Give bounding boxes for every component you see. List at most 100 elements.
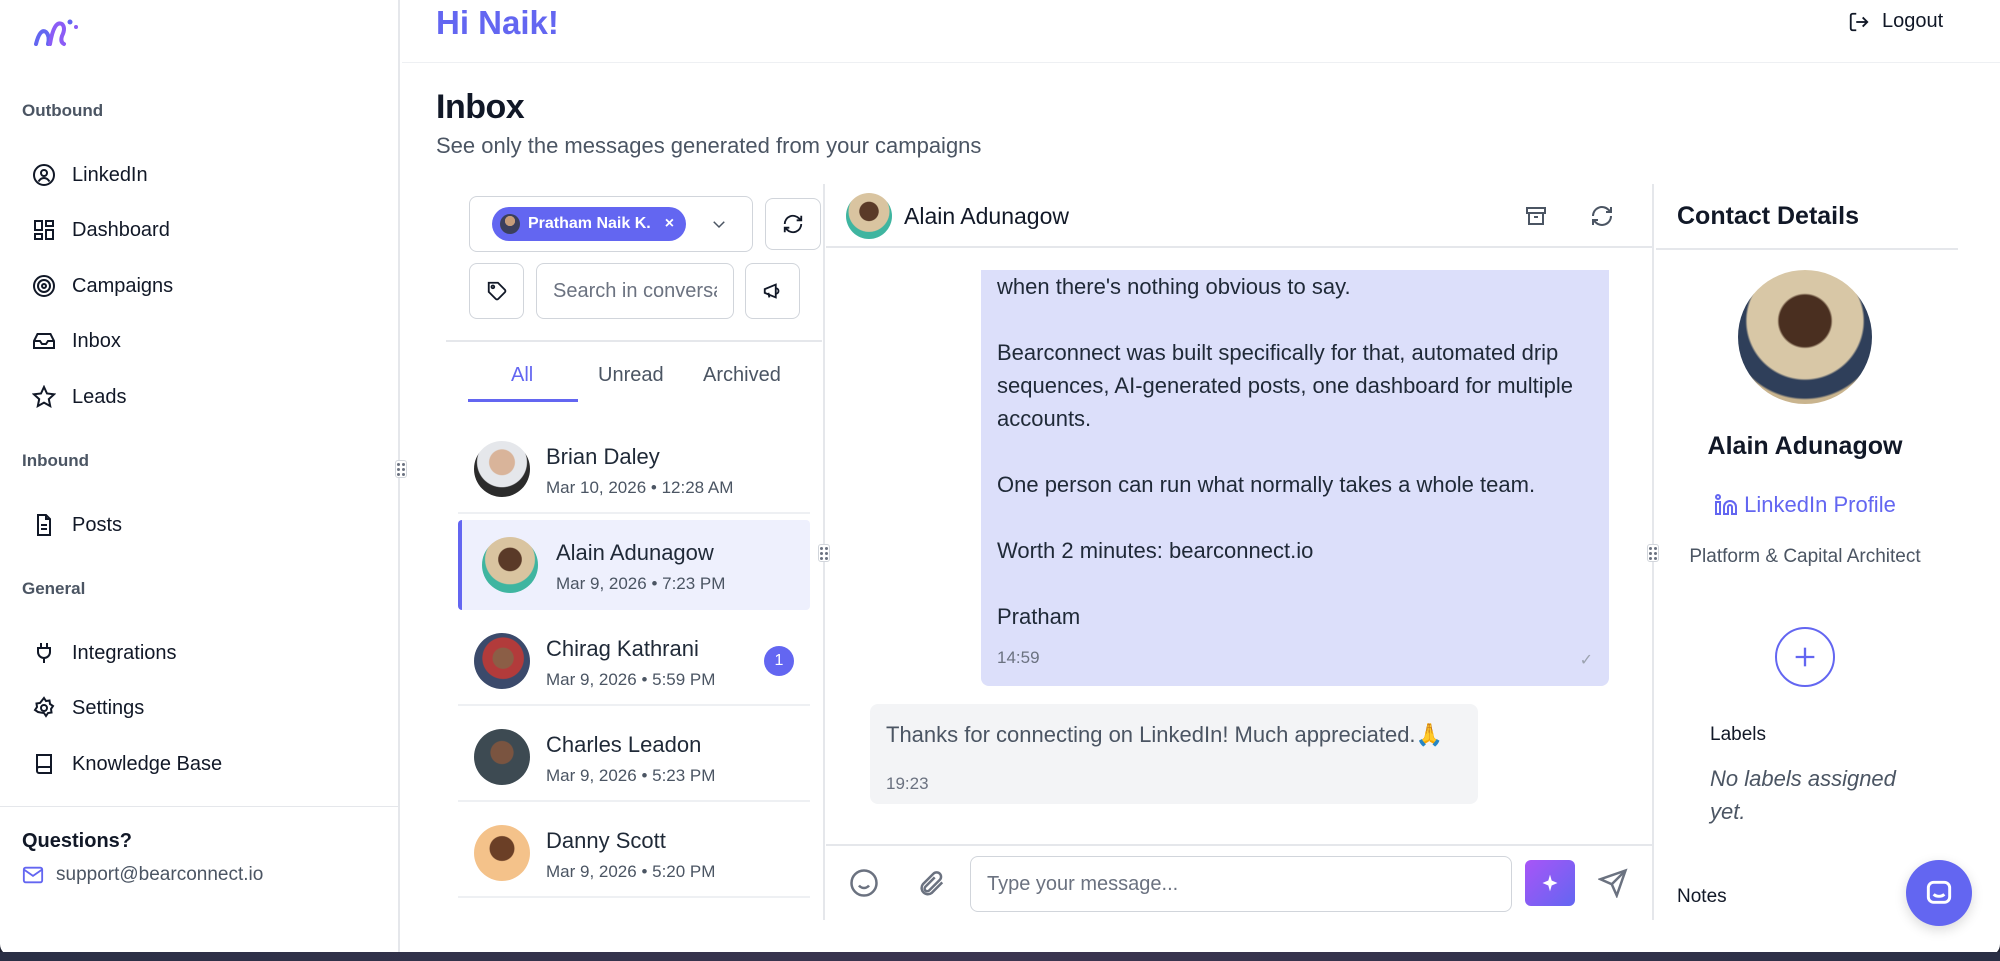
contact-name: Alain Adunagow [1707,432,1903,460]
notes-heading: Notes [1677,886,1727,907]
conversation-item-alain-adunagow[interactable]: Alain Adunagow Mar 9, 2026 • 7:23 PM [458,520,810,610]
message-paragraph: One person can run what normally takes a… [997,472,1536,497]
tab-archived[interactable]: Archived [703,364,781,387]
chevron-down-icon[interactable] [710,215,728,233]
sidebar: Outbound LinkedIn Dashboard Campaigns In… [0,0,400,956]
gear-icon [33,696,55,718]
grid-icon [34,220,54,240]
tab-all[interactable]: All [511,364,533,387]
plus-icon [1795,647,1815,667]
sidebar-item-label: Inbox [72,329,121,352]
support-chat-button[interactable] [1906,860,1972,926]
linkedin-profile-label: LinkedIn Profile [1744,492,1896,517]
campaign-filter-button[interactable] [745,263,800,319]
page-title: Inbox [436,88,525,126]
sidebar-item-dashboard[interactable]: Dashboard [32,210,170,250]
brand-logo-icon[interactable] [32,14,82,50]
megaphone-icon [763,283,779,299]
refresh-icon[interactable] [1590,204,1614,228]
list-divider [446,340,822,342]
account-filter-select[interactable]: Pratham Naik K. × [469,196,753,252]
tag-filter-button[interactable] [469,263,524,319]
logout-label: Logout [1882,10,1944,32]
support-link[interactable]: support@bearconnect.io [22,864,263,886]
sidebar-item-leads[interactable]: Leads [32,377,127,417]
conversation-item-danny-scott[interactable]: Danny Scott Mar 9, 2026 • 5:20 PM [458,808,810,898]
sidebar-item-label: Posts [72,513,123,536]
header-divider [402,62,2000,63]
conversation-item-chirag-kathrani[interactable]: Chirag Kathrani Mar 9, 2026 • 5:59 PM 1 [458,616,810,706]
conversation-time: Mar 9, 2026 • 7:23 PM [556,574,726,593]
unread-badge: 1 [764,646,794,676]
sidebar-item-label: Dashboard [72,218,170,241]
conversation-name: Chirag Kathrani [546,636,699,661]
avatar [474,825,530,881]
sidebar-item-label: Campaigns [72,274,174,297]
sparkle-icon [1542,874,1558,892]
target-icon [33,275,55,297]
conversation-name: Danny Scott [546,828,666,853]
conversation-name: Charles Leadon [546,732,702,757]
outgoing-message: when there's nothing obvious to say. Bea… [981,270,1609,686]
section-label-inbound: Inbound [22,451,90,470]
message-text: Thanks for connecting on LinkedIn! Much … [886,722,1443,747]
chat-contact-name: Alain Adunagow [904,203,1069,229]
mail-icon [22,866,44,884]
search-input[interactable] [536,263,734,319]
account-chip[interactable]: Pratham Naik K. × [492,207,687,241]
avatar [474,441,530,497]
avatar [482,537,538,593]
questions-heading: Questions? [22,830,133,852]
contact-divider [1656,248,1958,250]
section-label-general: General [22,579,86,598]
send-icon[interactable] [1598,868,1628,898]
message-input[interactable] [970,856,1512,912]
add-label-button[interactable] [1775,627,1835,687]
list-resize-handle[interactable] [818,544,830,562]
linkedin-icon [1715,494,1738,515]
message-paragraph: Bearconnect was built specifically for t… [997,340,1574,431]
sidebar-item-label: Settings [72,696,145,719]
avatar [474,729,530,785]
book-icon [36,754,52,774]
refresh-list-button[interactable] [765,198,821,250]
sidebar-item-inbox[interactable]: Inbox [32,321,121,361]
incoming-message: Thanks for connecting on LinkedIn! Much … [870,704,1478,804]
conversation-item-brian-daley[interactable]: Brian Daley Mar 10, 2026 • 12:28 AM [458,424,810,514]
logout-button[interactable]: Logout [1848,10,1943,33]
sidebar-item-label: Knowledge Base [72,752,223,775]
paperclip-icon[interactable] [916,868,946,898]
greeting: Hi Naik! [436,4,559,41]
sidebar-item-posts[interactable]: Posts [32,505,122,545]
sidebar-resize-handle[interactable] [395,460,407,478]
app-window: Outbound LinkedIn Dashboard Campaigns In… [0,0,2000,956]
user-circle-icon [33,164,55,186]
tab-unread[interactable]: Unread [598,364,664,387]
sidebar-item-knowledge-base[interactable]: Knowledge Base [32,744,222,784]
labels-heading: Labels [1710,724,1766,745]
document-icon [37,514,51,536]
active-tab-indicator [468,399,578,402]
message-time: 14:59 [997,648,1040,667]
linkedin-profile-link[interactable]: LinkedIn Profile [1656,492,1954,518]
emoji-icon[interactable] [849,868,879,898]
plug-icon [37,643,51,663]
contact-role: Platform & Capital Architect [1689,546,1921,567]
page-subtitle: See only the messages generated from you… [436,133,982,158]
logout-icon [1849,12,1869,31]
sidebar-item-integrations[interactable]: Integrations [32,633,177,673]
archive-icon[interactable] [1524,204,1548,228]
sidebar-divider [0,806,400,807]
avatar [474,633,530,689]
refresh-icon [783,214,803,234]
sidebar-item-linkedin[interactable]: LinkedIn [32,155,148,195]
support-email: support@bearconnect.io [56,864,264,885]
contact-avatar [1738,270,1872,404]
conversation-time: Mar 9, 2026 • 5:59 PM [546,670,716,689]
sidebar-item-campaigns[interactable]: Campaigns [32,266,173,306]
remove-chip-icon[interactable]: × [665,215,674,233]
ai-generate-button[interactable] [1525,860,1575,906]
sidebar-item-settings[interactable]: Settings [32,688,144,728]
conversation-item-charles-leadon[interactable]: Charles Leadon Mar 9, 2026 • 5:23 PM [458,712,810,802]
conversation-name: Brian Daley [546,444,660,469]
